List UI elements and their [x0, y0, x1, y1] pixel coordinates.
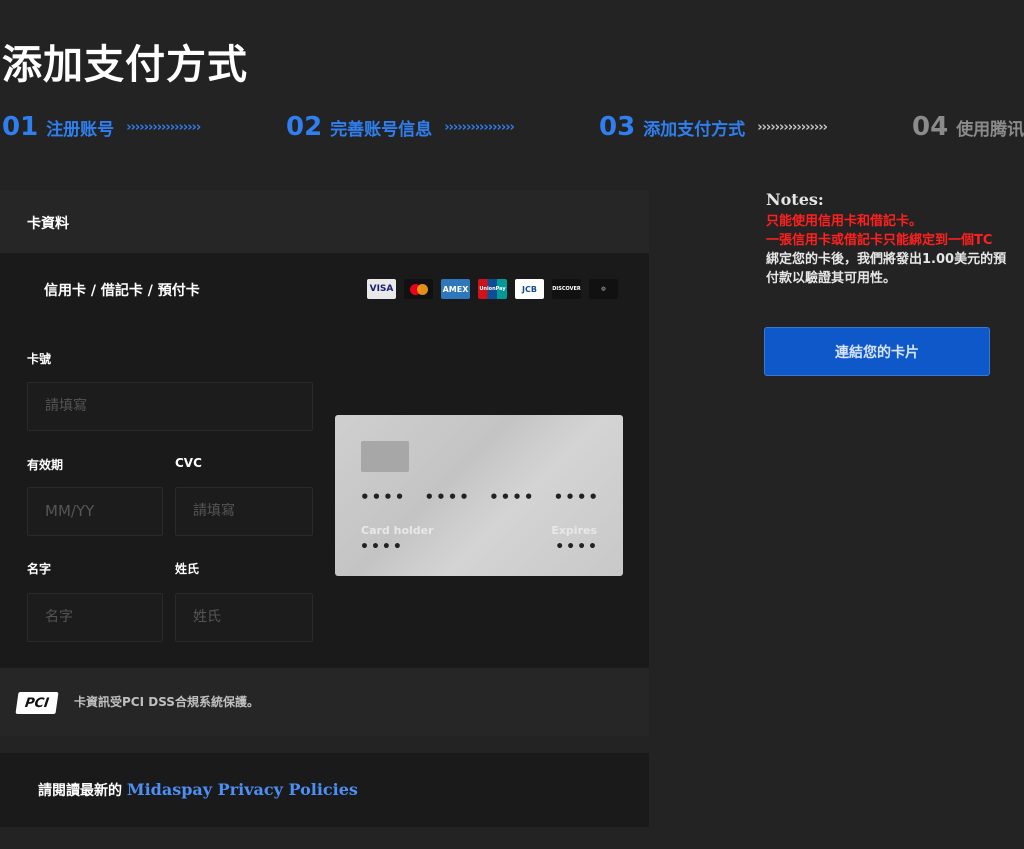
card-types-label: 信用卡 / 借記卡 / 預付卡	[44, 283, 200, 299]
link-card-button[interactable]: 連結您的卡片	[764, 327, 990, 376]
notes-info: 綁定您的卡後，我們將發出1.00美元的預	[766, 252, 1007, 267]
amex-icon: AMEX	[441, 279, 470, 299]
section-title: 卡資料	[27, 216, 69, 232]
card-expires-label: Expires	[551, 524, 597, 537]
card-holder-label: Card holder	[361, 524, 434, 537]
privacy-policy-link[interactable]: Midaspay Privacy Policies	[127, 780, 358, 799]
visa-icon: VISA	[367, 279, 396, 299]
discover-icon: DISCOVER	[552, 279, 581, 299]
card-number-group: ••••	[553, 488, 600, 506]
page-title: 添加支付方式	[2, 42, 248, 88]
step-label: 使用腾讯	[956, 119, 1024, 140]
mastercard-icon	[404, 279, 433, 299]
card-preview: •••• •••• •••• •••• Card holder Expires …	[335, 415, 623, 576]
step-4: 04 使用腾讯	[912, 110, 1024, 144]
panel-header: 卡資料	[0, 190, 649, 254]
notes-warning: 一張信用卡或借記卡只能綁定到一個TC	[766, 233, 993, 248]
card-number-group: ••••	[489, 488, 536, 506]
pci-text: 卡資訊受PCI DSS合規系統保護。	[74, 695, 259, 709]
step-label: 添加支付方式	[643, 119, 746, 140]
card-holder-value: ••••	[360, 539, 404, 555]
step-3: 03 添加支付方式 ››››››››››››››››	[599, 110, 828, 144]
step-number: 04	[912, 112, 949, 142]
pci-notice: PCI 卡資訊受PCI DSS合規系統保護。	[0, 667, 649, 736]
notes-warning: 只能使用信用卡和借記卡。	[766, 214, 923, 229]
step-number: 01	[2, 112, 39, 142]
notes: Notes: 只能使用信用卡和借記卡。 一張信用卡或借記卡只能綁定到一個TC 綁…	[766, 190, 1024, 288]
notes-info: 付款以驗證其可用性。	[766, 271, 897, 286]
step-label: 注册账号	[46, 119, 115, 140]
card-info-panel: 卡資料 信用卡 / 借記卡 / 預付卡 VISA AMEX UnionPay J…	[0, 190, 649, 736]
step-1: 01 注册账号 ›››››››››››››››››	[2, 110, 201, 144]
progress-steps: 01 注册账号 ››››››››››››››››› 02 完善账号信息 ››››…	[0, 110, 1024, 144]
cvc-input[interactable]: 請填寫	[175, 487, 313, 536]
first-name-input[interactable]: 名字	[27, 593, 163, 642]
step-label: 完善账号信息	[330, 119, 433, 140]
first-name-label: 名字	[27, 562, 52, 576]
card-number-input[interactable]: 請填寫	[27, 382, 313, 431]
expiry-input[interactable]: MM/YY	[27, 487, 163, 536]
expiry-label: 有效期	[27, 458, 64, 472]
card-number-label: 卡號	[27, 352, 52, 366]
jcb-icon: JCB	[515, 279, 544, 299]
card-brand-logos: VISA AMEX UnionPay JCB DISCOVER ◎	[367, 279, 626, 299]
card-preview-number: •••• •••• •••• ••••	[360, 488, 600, 506]
card-expires-value: ••••	[555, 539, 599, 555]
unionpay-icon: UnionPay	[478, 279, 507, 299]
privacy-text: 請閱讀最新的 Midaspay Privacy Policies	[38, 780, 358, 800]
cvc-label: CVC	[175, 456, 202, 470]
last-name-label: 姓氏	[175, 562, 200, 576]
step-arrows-icon: ››››››››››››››››	[757, 119, 828, 135]
step-2: 02 完善账号信息 ››››››››››››››››	[286, 110, 515, 144]
privacy-prefix: 請閱讀最新的	[38, 783, 127, 799]
pci-logo-icon: PCI	[15, 692, 59, 714]
diners-club-icon: ◎	[589, 279, 618, 299]
chip-icon	[361, 441, 409, 472]
notes-title: Notes:	[766, 190, 824, 209]
step-arrows-icon: ›››››››››››››››››	[126, 119, 201, 135]
card-number-group: ••••	[424, 488, 471, 506]
step-number: 03	[599, 112, 636, 142]
step-number: 02	[286, 112, 323, 142]
card-number-group: ••••	[360, 488, 407, 506]
step-arrows-icon: ››››››››››››››››	[444, 119, 515, 135]
privacy-panel: 請閱讀最新的 Midaspay Privacy Policies	[0, 753, 649, 827]
last-name-input[interactable]: 姓氏	[175, 593, 313, 642]
